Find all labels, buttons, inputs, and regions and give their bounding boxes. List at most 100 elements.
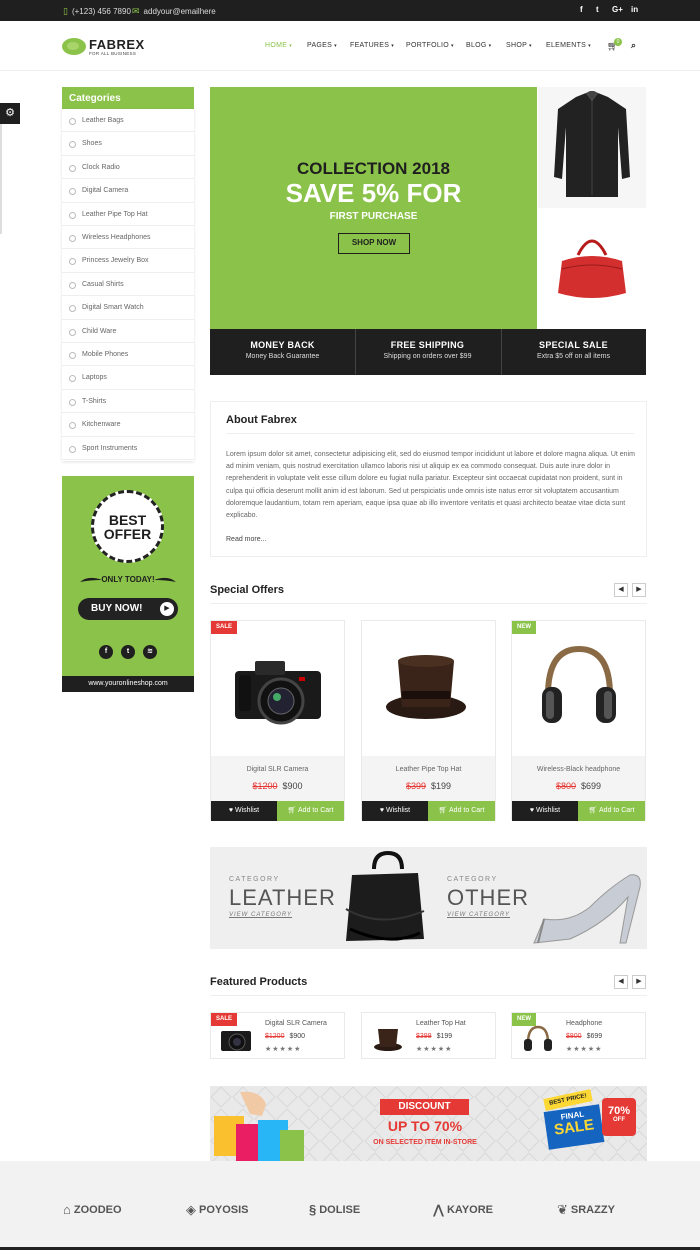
category-item[interactable]: Princess Jewelry Box [62,249,194,273]
category-item[interactable]: Casual Shirts [62,273,194,297]
headphone-thumbnail[interactable] [518,1021,558,1055]
category-item[interactable]: Digital Smart Watch [62,296,194,320]
leather-bag-image[interactable] [340,849,430,947]
product-name[interactable]: Wireless-Black headphone [512,766,645,773]
twitter-icon[interactable]: t [121,645,135,659]
logo-icon[interactable] [62,38,86,55]
add-to-cart-button[interactable]: 🛒︎ Add to Cart [428,801,495,821]
settings-gear-icon[interactable]: ⚙ [0,103,20,124]
high-heel-shoe-image[interactable] [530,867,645,947]
nav-features[interactable]: FEATURES ▾ [350,42,394,49]
shop-now-button[interactable]: SHOP NOW [338,233,410,254]
circle-bullet-icon [69,328,76,336]
nav-portfolio[interactable]: PORTFOLIO ▾ [406,42,454,49]
category-item[interactable]: Clock Radio [62,156,194,180]
linkedin-icon[interactable]: in [631,5,638,14]
category-item[interactable]: Shoes [62,132,194,156]
camera-product-image[interactable] [211,621,344,755]
wishlist-button[interactable]: ♥ Wishlist [512,801,578,821]
camera-thumbnail[interactable] [217,1021,257,1055]
nav-blog[interactable]: BLOG ▾ [466,42,491,49]
featured-product-card[interactable]: Leather Top Hat $399 $199 ★★★★★ [361,1012,496,1059]
category-label: T-Shirts [82,397,107,405]
product-name[interactable]: Digital SLR Camera [265,1020,327,1027]
top-hat-thumbnail[interactable] [368,1021,408,1055]
buy-now-button[interactable]: BUY NOW! ▶ [78,598,178,620]
circle-bullet-icon [69,352,76,359]
cart-icon: 🛒︎ [438,807,448,814]
cart-icon: 🛒︎ [588,807,598,814]
mail-icon: ✉ [132,6,140,16]
add-to-cart-button[interactable]: 🛒︎ Add to Cart [277,801,344,821]
category-item[interactable]: Kitchenware [62,413,194,437]
google-plus-icon[interactable]: G+ [612,5,623,14]
prev-arrow-icon[interactable]: ◀ [614,975,628,989]
category-item[interactable]: Mobile Phones [62,343,194,367]
nav-shop[interactable]: SHOP ▾ [506,42,532,49]
view-category-link[interactable]: VIEW CATEGORY [229,912,292,918]
category-item[interactable]: Sport Instruments [62,437,194,460]
featured-product-card[interactable]: NEW Headphone $800 $699 ★★★★★ [511,1012,646,1059]
view-category-link[interactable]: VIEW CATEGORY [447,912,510,918]
headphone-product-image[interactable] [512,621,645,755]
shirt-product-image[interactable] [538,87,646,208]
nav-home[interactable]: HOME ▾ [265,42,292,49]
next-arrow-icon[interactable]: ▶ [632,975,646,989]
top-hat-product-image[interactable] [362,621,495,755]
discount-banner[interactable]: DISCOUNT UP TO 70% ON SELECTED ITEM IN-S… [210,1086,647,1163]
facebook-icon[interactable]: f [99,645,113,659]
brand-logo[interactable]: ⌂ ZOODEO [63,1202,122,1217]
product-card[interactable]: SALE Digital SLR Camera $1200 $900 ♥ Wish… [210,620,345,821]
best-offer-banner[interactable]: BEST OFFER ONLY TODAY! BUY NOW! ▶ f t ≋ … [62,476,194,692]
nav-pages[interactable]: PAGES ▾ [307,42,337,49]
category-item[interactable]: Wireless Headphones [62,226,194,250]
next-arrow-icon[interactable]: ▶ [632,583,646,597]
category-item[interactable]: Child Ware [62,320,194,343]
twitter-icon[interactable]: t [596,5,599,14]
offer-url[interactable]: www.youronlineshop.com [62,676,194,692]
logo-name[interactable]: FABREX [89,37,145,52]
prev-arrow-icon[interactable]: ◀ [614,583,628,597]
features-bar: MONEY BACK Money Back Guarantee FREE SHIP… [210,329,646,375]
category-item[interactable]: Digital Camera [62,179,194,203]
category-item[interactable]: Laptops [62,366,194,390]
email-contact[interactable]: ✉ addyour@emailhere [132,6,216,17]
featured-product-card[interactable]: SALE Digital SLR Camera $1200 $900 ★★★★★ [210,1012,345,1059]
handbag-product-image[interactable] [538,209,646,329]
add-to-cart-button[interactable]: 🛒︎ Add to Cart [578,801,645,821]
about-section: About Fabrex Lorem ipsum dolor sit amet,… [210,401,647,557]
category-item[interactable]: T-Shirts [62,390,194,414]
nav-elements[interactable]: ELEMENTS ▾ [546,42,591,49]
rss-icon[interactable]: ≋ [143,645,157,659]
product-name[interactable]: Digital SLR Camera [211,766,344,773]
discount-subtext: ON SELECTED ITEM IN-STORE [373,1139,477,1146]
chevron-down-icon: ▾ [488,43,492,49]
read-more-link[interactable]: Read more... [226,536,266,543]
category-item[interactable]: Leather Bags [62,109,194,133]
product-price: $800 $699 [566,1033,603,1040]
play-arrow-icon: ▶ [160,602,174,616]
chevron-down-icon: ▾ [451,43,454,49]
product-card[interactable]: Leather Pipe Top Hat $399 $199 ♥ Wishlist… [361,620,496,821]
product-name[interactable]: Leather Pipe Top Hat [362,766,495,773]
brand-logo[interactable]: § DOLISE [309,1202,360,1217]
product-card[interactable]: NEW Wireless-Black headphone $800 $699 ♥ … [511,620,646,821]
category-item[interactable]: Leather Pipe Top Hat [62,203,194,226]
category-other-title[interactable]: OTHER [447,885,529,911]
category-leather-title[interactable]: LEATHER [229,885,336,911]
about-text: Lorem ipsum dolor sit amet, consectetur … [226,451,635,520]
phone-contact[interactable]: ▯ (+123) 456 7890 [63,6,131,17]
brand-logo[interactable]: ❦ SRAZZY [557,1202,615,1218]
brand-logo[interactable]: ⋀ KAYORE [433,1202,493,1218]
product-price: $1200 $900 [265,1033,306,1040]
wishlist-button[interactable]: ♥ Wishlist [211,801,277,821]
product-name[interactable]: Leather Top Hat [416,1020,466,1027]
brand-logo[interactable]: ◈ POYOSIS [186,1202,249,1218]
product-price: $399 $199 [416,1033,453,1040]
search-icon[interactable]: ⌕ [631,40,636,51]
product-info: Leather Pipe Top Hat $399 $199 [362,756,495,801]
product-name[interactable]: Headphone [566,1020,602,1027]
wishlist-button[interactable]: ♥ Wishlist [362,801,428,821]
facebook-icon[interactable]: f [580,5,583,14]
category-label: Leather Pipe Top Hat [82,210,148,218]
